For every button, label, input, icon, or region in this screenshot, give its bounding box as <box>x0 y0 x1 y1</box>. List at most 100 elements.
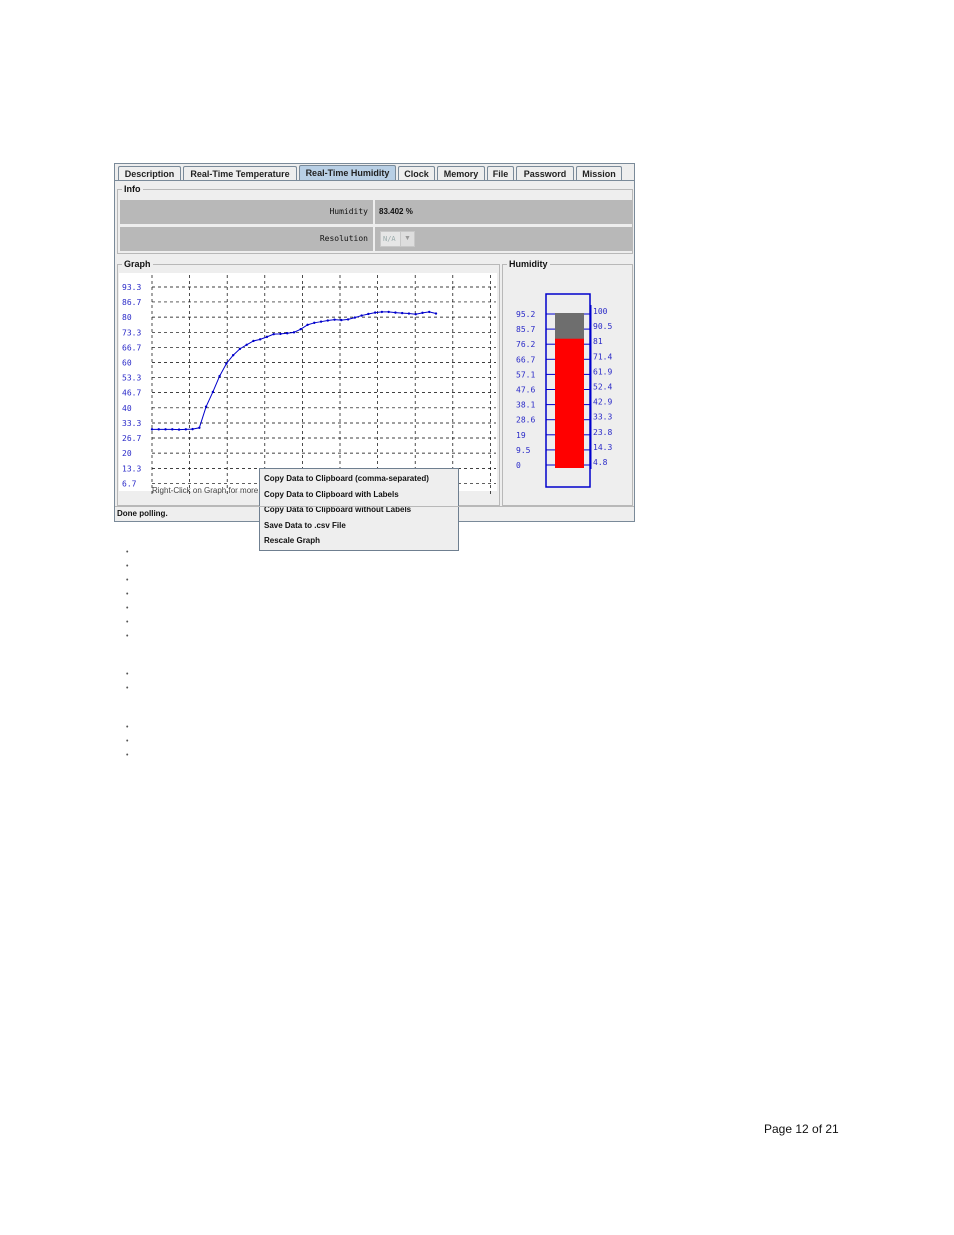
data-point <box>211 390 215 394</box>
data-point <box>346 318 350 321</box>
resolution-row: Resolution N/A ▼ <box>120 227 632 251</box>
data-point <box>421 311 424 315</box>
menu-save-csv[interactable]: Save Data to .csv File <box>260 518 458 534</box>
gauge-right-label: 71.4 <box>593 352 612 361</box>
tab-password[interactable]: Password <box>516 166 574 181</box>
y-tick-label: 26.7 <box>122 434 141 443</box>
app-window: Description Real-Time Temperature Real-T… <box>114 163 635 551</box>
info-divider <box>373 227 375 251</box>
resolution-select-value: N/A <box>383 235 396 243</box>
gauge-left-label: 76.2 <box>516 340 535 349</box>
graph-context-menu: Copy Data to Clipboard (comma-separated)… <box>259 468 459 551</box>
humidity-row: Humidity 83.402 % <box>120 200 632 224</box>
list-bullet: • <box>126 738 129 745</box>
data-point <box>428 310 431 314</box>
gauge-right-label: 52.4 <box>593 383 612 392</box>
status-text: Done polling. <box>117 509 168 518</box>
y-tick-label: 20 <box>122 449 132 458</box>
plot-background <box>119 273 497 491</box>
menu-copy-comma-separated[interactable]: Copy Data to Clipboard (comma-separated) <box>260 471 458 487</box>
gauge-left-label: 0 <box>516 461 521 470</box>
resolution-label: Resolution <box>319 234 368 243</box>
list-bullet: • <box>126 619 129 626</box>
list-bullet: • <box>126 577 129 584</box>
data-point <box>394 311 397 314</box>
data-point <box>313 321 316 325</box>
list-bullet: • <box>126 724 129 731</box>
tab-real-time-temperature[interactable]: Real-Time Temperature <box>183 166 297 181</box>
chevron-down-icon[interactable]: ▼ <box>400 232 414 246</box>
gauge-left-label: 85.7 <box>516 325 535 334</box>
gauge-right-label: 33.3 <box>593 413 612 422</box>
gauge-left-label: 28.6 <box>516 416 535 425</box>
tab-bar: Description Real-Time Temperature Real-T… <box>116 165 633 181</box>
graph-group: Graph 93.3 86.7 80 73.3 66.7 60 53.3 46.7 40 33.3… <box>117 259 500 551</box>
y-tick-label: 40 <box>122 404 132 413</box>
data-point <box>414 313 417 316</box>
data-point <box>171 428 174 431</box>
data-point <box>367 312 370 316</box>
tab-mission[interactable]: Mission <box>576 166 622 181</box>
list-bullet: • <box>126 685 129 692</box>
resolution-select[interactable]: N/A ▼ <box>380 231 415 247</box>
gauge-left-label: 38.1 <box>516 401 535 410</box>
list-bullet: • <box>126 563 129 570</box>
y-tick-label: 80 <box>122 313 132 322</box>
data-point <box>177 428 181 431</box>
gauge-right-label: 90.5 <box>593 322 612 331</box>
data-point <box>286 332 289 335</box>
tab-memory[interactable]: Memory <box>437 166 485 181</box>
humidity-gauge: 95.2 85.7 76.2 66.7 57.1 47.6 38.1 28.6 19 9.5 0 10… <box>516 293 612 488</box>
y-tick-label: 60 <box>122 358 132 367</box>
y-tick-label: 73.3 <box>122 328 141 337</box>
tab-description[interactable]: Description <box>118 166 181 181</box>
gauge-right-label: 42.9 <box>593 398 612 407</box>
y-tick-label: 13.3 <box>122 464 141 473</box>
gauge-fill <box>555 338 584 468</box>
data-point <box>434 312 438 315</box>
data-point <box>150 428 154 431</box>
gauge-right-label: 4.8 <box>593 458 608 467</box>
data-point <box>319 320 323 323</box>
data-point <box>272 332 275 336</box>
data-point <box>252 339 255 343</box>
humidity-gauge-group: Humidity 95.2 85.7 76.2 66.7 57.1 47.6 38.1 28.… <box>502 259 633 506</box>
gauge-right-label: 61.9 <box>593 367 612 376</box>
data-point <box>225 362 228 365</box>
data-point <box>218 374 221 378</box>
info-divider <box>373 200 375 224</box>
menu-copy-without-labels[interactable]: Copy Data to Clipboard without Labels <box>260 502 458 518</box>
tab-clock[interactable]: Clock <box>398 166 435 181</box>
gauge-left-label: 19 <box>516 431 526 440</box>
data-point <box>292 331 296 334</box>
list-bullet: • <box>126 549 129 556</box>
info-group: Info Humidity 83.402 % Resolution N/A ▼ <box>117 184 633 254</box>
gauge-left-label: 47.6 <box>516 386 535 395</box>
y-tick-label: 93.3 <box>122 283 141 292</box>
data-point <box>198 426 201 429</box>
gauge-right-label: 23.8 <box>593 428 612 437</box>
y-tick-label: 66.7 <box>122 343 141 352</box>
menu-rescale-graph[interactable]: Rescale Graph <box>260 533 458 549</box>
gauge-right-label: 14.3 <box>593 443 612 452</box>
data-point <box>360 314 363 317</box>
data-point <box>400 311 404 315</box>
data-point <box>157 428 160 431</box>
tab-bar-divider <box>115 180 634 181</box>
data-point <box>373 311 377 314</box>
humidity-value: 83.402 % <box>379 207 413 216</box>
data-point <box>326 319 330 322</box>
status-divider <box>115 506 634 507</box>
y-tick-label: 86.7 <box>122 298 141 307</box>
list-bullet: • <box>126 752 129 759</box>
data-point <box>245 343 248 347</box>
list-bullet: • <box>126 591 129 598</box>
data-point <box>299 327 302 331</box>
humidity-label: Humidity <box>329 207 368 216</box>
list-bullet: • <box>126 605 129 612</box>
tab-file[interactable]: File <box>487 166 514 181</box>
gauge-left-label: 66.7 <box>516 355 535 364</box>
tab-real-time-humidity[interactable]: Real-Time Humidity <box>299 165 396 181</box>
y-tick-label: 53.3 <box>122 374 141 383</box>
menu-copy-with-labels[interactable]: Copy Data to Clipboard with Labels <box>260 487 458 503</box>
